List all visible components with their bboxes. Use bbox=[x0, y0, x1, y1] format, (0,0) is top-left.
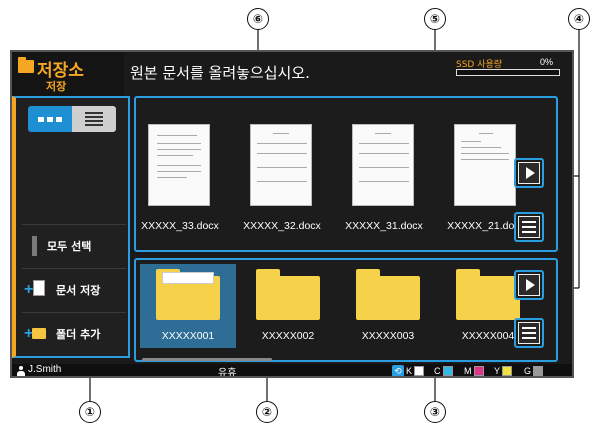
ssd-usage-percent: 0% bbox=[540, 57, 554, 67]
folders-list-button[interactable] bbox=[514, 318, 544, 348]
folder-list: XXXXX001 XXXXX002 XXXXX003 XXXXX004 bbox=[134, 258, 558, 362]
sidebar: 모두 선택 + 문서 저장 + 폴더 추가 bbox=[12, 96, 130, 358]
save-document-button[interactable]: + 문서 저장 bbox=[24, 270, 124, 310]
folder-icon bbox=[356, 269, 420, 320]
document-item[interactable]: XXXXX_32.docx bbox=[242, 116, 322, 232]
list-view-icon bbox=[85, 112, 103, 126]
toner-g: G bbox=[524, 365, 544, 376]
play-icon bbox=[525, 279, 535, 291]
status-bar: J.Smith 유휴 ⟲ K C M Y G bbox=[12, 364, 572, 378]
toner-g-label: G bbox=[524, 366, 532, 376]
callout-5: ⑤ bbox=[424, 8, 446, 30]
document-name: XXXXX_33.docx bbox=[141, 220, 219, 232]
toner-c-label: C bbox=[434, 366, 441, 376]
toner-y-label: Y bbox=[494, 366, 501, 376]
toner-y: Y bbox=[494, 365, 513, 376]
document-thumbnail bbox=[148, 124, 210, 206]
device-screen: 저장소 저장 원본 문서를 올려놓으십시오. SSD 사용량 0% 모두 선택 … bbox=[10, 50, 574, 378]
play-icon bbox=[525, 167, 535, 179]
folder-scrollbar[interactable] bbox=[142, 358, 272, 361]
instruction-message: 원본 문서를 올려놓으십시오. bbox=[130, 64, 310, 82]
folder-icon bbox=[256, 269, 320, 320]
folders-next-button[interactable] bbox=[514, 270, 544, 300]
document-name: XXXXX_32.docx bbox=[243, 220, 321, 232]
menu-icon bbox=[522, 327, 536, 339]
folder-icon bbox=[456, 269, 520, 320]
view-toggle bbox=[28, 106, 116, 132]
folder-item[interactable]: XXXXX001 bbox=[140, 264, 236, 348]
link-icon[interactable]: ⟲ bbox=[392, 365, 404, 376]
document-item[interactable]: XXXXX_31.docx bbox=[344, 116, 424, 232]
menu-icon bbox=[522, 221, 536, 233]
sidebar-divider bbox=[22, 268, 126, 269]
document-thumbnail bbox=[352, 124, 414, 206]
document-item[interactable]: XXXXX_33.docx bbox=[140, 116, 220, 232]
document-name: XXXXX_31.docx bbox=[345, 220, 423, 232]
add-folder-button[interactable]: + 폴더 추가 bbox=[24, 314, 124, 354]
folder-name: XXXXX001 bbox=[161, 330, 215, 342]
toner-m: M bbox=[464, 365, 484, 376]
toner-k: K bbox=[406, 365, 425, 376]
folder-name: XXXXX002 bbox=[261, 330, 315, 342]
document-list: XXXXX_33.docx XXXXX_32.docx XXXXX_31.doc… bbox=[134, 96, 558, 252]
folder-icon bbox=[18, 57, 34, 73]
documents-next-button[interactable] bbox=[514, 158, 544, 188]
page-subtitle: 저장 bbox=[46, 80, 67, 93]
toner-k-label: K bbox=[406, 366, 413, 376]
machine-status: 유휴 bbox=[218, 368, 237, 378]
list-view-button[interactable] bbox=[72, 106, 116, 132]
sidebar-divider bbox=[22, 224, 126, 225]
user-icon bbox=[16, 366, 26, 376]
toner-c: C bbox=[434, 365, 453, 376]
add-folder-icon: + bbox=[24, 324, 46, 344]
select-all-button[interactable]: 모두 선택 bbox=[24, 226, 124, 266]
callout-4: ④ bbox=[568, 8, 590, 30]
save-document-icon: + bbox=[24, 280, 46, 300]
callout-1: ① bbox=[79, 401, 101, 423]
add-folder-label: 폴더 추가 bbox=[56, 328, 101, 341]
select-all-label: 모두 선택 bbox=[47, 240, 92, 253]
folder-item[interactable]: XXXXX003 bbox=[340, 264, 436, 348]
toner-m-label: M bbox=[464, 366, 472, 376]
user-name: J.Smith bbox=[28, 364, 62, 375]
title-area: 저장소 저장 bbox=[12, 52, 124, 96]
folder-item[interactable]: XXXXX002 bbox=[240, 264, 336, 348]
thumbnail-view-icon bbox=[38, 116, 62, 122]
documents-list-button[interactable] bbox=[514, 212, 544, 242]
callout-2: ② bbox=[256, 401, 278, 423]
select-all-icon bbox=[32, 236, 37, 256]
callout-6: ⑥ bbox=[247, 8, 269, 30]
callout-3: ③ bbox=[424, 401, 446, 423]
save-document-label: 문서 저장 bbox=[56, 284, 101, 297]
folder-icon bbox=[156, 269, 220, 320]
document-thumbnail bbox=[454, 124, 516, 206]
thumbnail-view-button[interactable] bbox=[28, 106, 72, 132]
ssd-usage-bar bbox=[456, 69, 560, 76]
folder-name: XXXXX003 bbox=[361, 330, 415, 342]
document-thumbnail bbox=[250, 124, 312, 206]
sidebar-divider bbox=[22, 312, 126, 313]
